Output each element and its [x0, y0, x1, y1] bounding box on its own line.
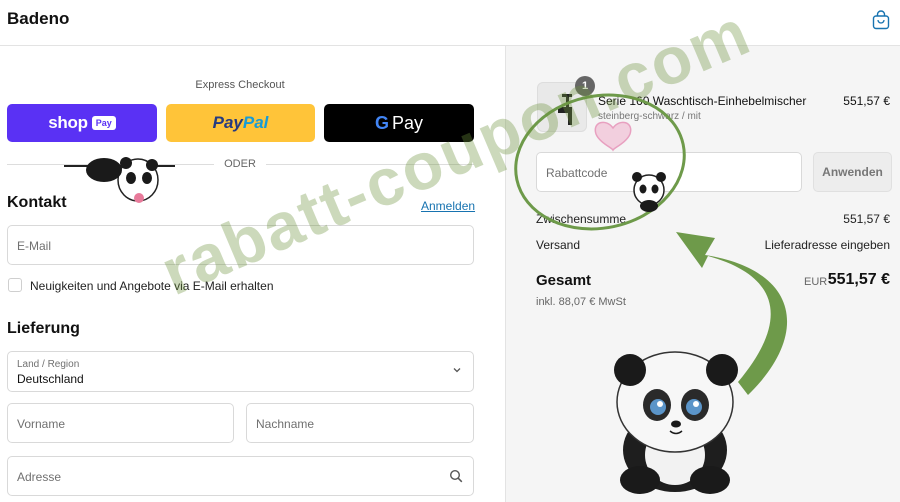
subtotal-value: 551,57 € [843, 212, 890, 226]
express-checkout-title: Express Checkout [195, 79, 285, 91]
paypal-wordmark-pay: Pay [212, 113, 243, 132]
shop-pay-button[interactable]: shop Pay [7, 104, 157, 142]
header-bar: Badeno [0, 0, 900, 46]
shop-pay-wordmark: shop [48, 113, 88, 132]
google-pay-wordmark: Pay [391, 112, 424, 133]
country-select[interactable]: Land / Region Deutschland [7, 351, 474, 392]
total-label: Gesamt [536, 272, 592, 289]
delivery-heading: Lieferung [7, 320, 80, 337]
checkout-form: Express Checkout shop Pay Pay Pal G Pay O… [0, 46, 505, 502]
total-value: 551,57 € [827, 271, 890, 288]
shopping-bag-icon[interactable] [872, 10, 890, 30]
product-variant: steinberg-schwarz / mit [598, 111, 701, 122]
search-icon [449, 469, 463, 483]
email-field[interactable]: E-Mail [7, 225, 474, 265]
last-name-placeholder: Nachname [256, 417, 315, 431]
paypal-wordmark-pal: Pal [242, 113, 269, 132]
chevron-down-icon [453, 368, 461, 373]
login-link[interactable]: Anmelden [421, 199, 475, 213]
shop-pay-pill: Pay [91, 116, 116, 130]
discount-code-placeholder: Rabattcode [546, 166, 608, 180]
email-placeholder: E-Mail [17, 239, 52, 253]
google-pay-button[interactable]: G Pay [324, 104, 474, 142]
divider-line-left [7, 164, 214, 165]
divider-line-right [266, 164, 474, 165]
or-divider: ODER [224, 158, 256, 170]
first-name-field[interactable]: Vorname [7, 403, 234, 443]
product-name: Serie 160 Waschtisch-Einhebelmischer [598, 94, 807, 108]
order-summary: 1 Serie 160 Waschtisch-Einhebelmischer s… [505, 46, 900, 502]
product-price: 551,57 € [843, 94, 890, 108]
total-currency: EUR [804, 276, 828, 288]
address-field[interactable]: Adresse [7, 456, 474, 496]
shipping-value: Lieferadresse eingeben [764, 238, 890, 252]
newsletter-checkbox[interactable] [8, 278, 22, 292]
shipping-label: Versand [536, 238, 581, 252]
apply-discount-button[interactable]: Anwenden [813, 152, 892, 192]
paypal-button[interactable]: Pay Pal [166, 104, 315, 142]
store-logo[interactable]: Badeno [7, 9, 69, 29]
address-placeholder: Adresse [17, 470, 62, 484]
first-name-placeholder: Vorname [17, 417, 66, 431]
quantity-badge: 1 [575, 76, 595, 96]
newsletter-label: Neuigkeiten und Angebote via E-Mail erha… [30, 279, 274, 293]
google-g-icon: G [374, 112, 389, 133]
discount-code-field[interactable]: Rabattcode [536, 152, 802, 192]
contact-heading: Kontakt [7, 194, 67, 211]
last-name-field[interactable]: Nachname [246, 403, 474, 443]
country-label: Land / Region [17, 359, 80, 370]
tax-note: inkl. 88,07 € MwSt [536, 296, 626, 308]
subtotal-label: Zwischensumme [536, 212, 627, 226]
country-value: Deutschland [17, 372, 84, 386]
